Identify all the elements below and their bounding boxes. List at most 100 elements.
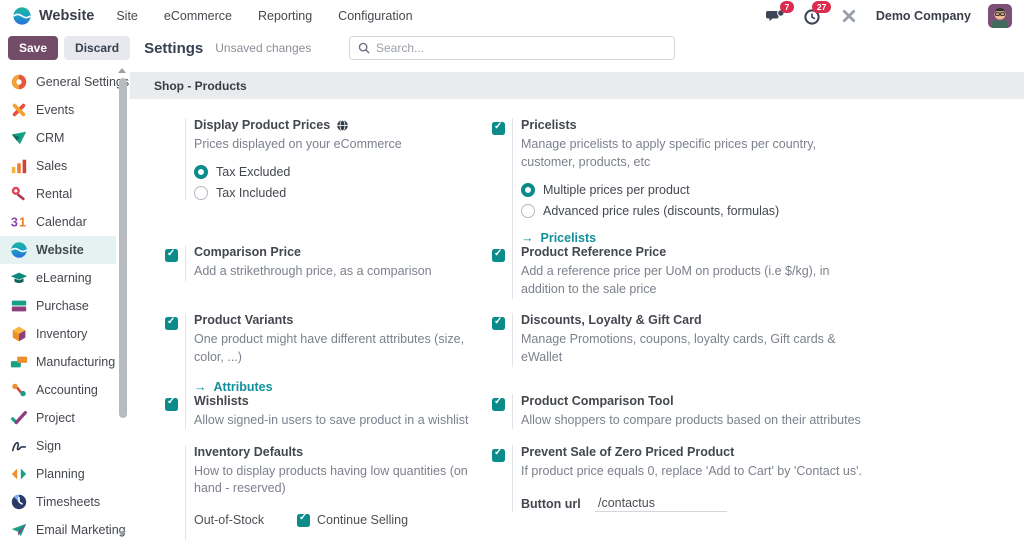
activities-button[interactable]: 27 [802, 6, 822, 26]
developer-tools-button[interactable] [839, 6, 859, 26]
sidebar-item-inventory[interactable]: Inventory [0, 320, 116, 348]
section-title: Shop - Products [154, 79, 247, 93]
sidebar-item-label: Sign [36, 439, 61, 453]
inventory-app-icon [10, 325, 28, 343]
pricelists-link[interactable]: Pricelists [521, 231, 864, 245]
sidebar-item-elearning[interactable]: eLearning [0, 264, 116, 292]
sidebar-item-sign[interactable]: Sign [0, 432, 116, 460]
sidebar-item-website[interactable]: Website [0, 236, 116, 264]
website-app-brand[interactable]: Website [12, 6, 94, 26]
attributes-link[interactable]: Attributes [194, 380, 485, 394]
sidebar-item-timesheets[interactable]: Timesheets [0, 488, 116, 516]
prevent-zero-price-checkbox[interactable] [492, 449, 505, 462]
sign-app-icon [10, 437, 28, 455]
tools-icon [839, 6, 859, 26]
field-label: Button url [521, 497, 595, 511]
activities-badge: 27 [812, 1, 830, 13]
manufacturing-app-icon [10, 353, 28, 371]
setting-desc: Allow signed-in users to save product in… [194, 412, 468, 430]
sidebar-item-project[interactable]: Project [0, 404, 116, 432]
avatar-image [988, 4, 1012, 28]
menu-configuration[interactable]: Configuration [338, 9, 412, 23]
discounts-loyalty-checkbox[interactable] [492, 317, 505, 330]
planning-app-icon [10, 465, 28, 483]
setting-title: Display Product Prices [194, 118, 402, 132]
radio-label: Tax Excluded [216, 165, 290, 179]
radio-tax-included[interactable]: Tax Included [194, 186, 402, 200]
sidebar-item-accounting[interactable]: Accounting [0, 376, 116, 404]
settings-main: Shop - Products Display Product Prices P… [130, 64, 1024, 540]
sidebar-item-sales[interactable]: Sales [0, 152, 116, 180]
sidebar-item-manufacturing[interactable]: Manufacturing [0, 348, 116, 376]
search-input[interactable] [376, 41, 666, 55]
sidebar-item-rental[interactable]: Rental [0, 180, 116, 208]
sidebar-item-general-settings[interactable]: General Settings [0, 68, 116, 96]
search-box[interactable] [349, 36, 675, 60]
messages-button[interactable]: 7 [765, 6, 785, 26]
accounting-app-icon [10, 381, 28, 399]
page-title: Settings [144, 40, 203, 57]
discard-button[interactable]: Discard [64, 36, 130, 60]
radio-advanced-rules[interactable]: Advanced price rules (discounts, formula… [521, 204, 864, 218]
setting-title: Comparison Price [194, 245, 432, 259]
scroll-down-arrow-icon[interactable] [118, 531, 126, 536]
sidebar-scrollbar[interactable] [116, 66, 129, 538]
sidebar-item-label: Email Marketing [36, 523, 126, 537]
company-name[interactable]: Demo Company [876, 9, 971, 23]
menu-ecommerce[interactable]: eCommerce [164, 9, 232, 23]
product-comparison-tool-checkbox[interactable] [492, 398, 505, 411]
product-variants-checkbox[interactable] [165, 317, 178, 330]
setting-prevent-zero-price-sale: Prevent Sale of Zero Priced Product If p… [492, 445, 892, 540]
sidebar-item-calendar[interactable]: 3 1 Calendar [0, 208, 116, 236]
sidebar-item-planning[interactable]: Planning [0, 460, 116, 488]
website-logo-icon [12, 6, 32, 26]
button-url-input[interactable] [595, 495, 727, 512]
tax-display-radio-group: Tax Excluded Tax Included [194, 165, 402, 200]
setting-discounts-loyalty: Discounts, Loyalty & Gift Card Manage Pr… [492, 313, 892, 394]
wishlists-checkbox[interactable] [165, 398, 178, 411]
scroll-up-arrow-icon[interactable] [118, 68, 126, 73]
checkbox-cell [492, 445, 512, 465]
radio-unselected-icon [194, 186, 208, 200]
setting-desc: Manage Promotions, coupons, loyalty card… [521, 331, 864, 367]
sidebar-item-crm[interactable]: CRM [0, 124, 116, 152]
radio-label: Multiple prices per product [543, 183, 690, 197]
sidebar-item-email-marketing[interactable]: Email Marketing [0, 516, 116, 540]
sales-app-icon [10, 157, 28, 175]
checkbox-cell [492, 245, 512, 265]
save-button[interactable]: Save [8, 36, 58, 60]
sidebar-item-events[interactable]: Events [0, 96, 116, 124]
sidebar-item-label: eLearning [36, 271, 92, 285]
sidebar-item-label: Project [36, 411, 75, 425]
setting-desc: One product might have different attribu… [194, 331, 485, 367]
sidebar-item-label: Accounting [36, 383, 98, 397]
checkbox-cell [165, 313, 185, 333]
product-reference-price-checkbox[interactable] [492, 249, 505, 262]
sidebar-item-label: Rental [36, 187, 72, 201]
globe-icon [336, 119, 349, 132]
comparison-price-checkbox[interactable] [165, 249, 178, 262]
radio-tax-excluded[interactable]: Tax Excluded [194, 165, 402, 179]
user-avatar[interactable] [988, 4, 1012, 28]
rental-app-icon [10, 185, 28, 203]
setting-inventory-defaults: Inventory Defaults How to display produc… [165, 445, 492, 540]
search-icon [358, 42, 370, 54]
radio-multiple-prices[interactable]: Multiple prices per product [521, 183, 864, 197]
events-app-icon [10, 101, 28, 119]
checkbox-cell [492, 394, 512, 414]
svg-text:1: 1 [19, 216, 26, 230]
sidebar-item-purchase[interactable]: Purchase [0, 292, 116, 320]
scrollbar-thumb[interactable] [119, 78, 127, 418]
sidebar-item-label: Calendar [36, 215, 87, 229]
general-settings-app-icon [10, 73, 28, 91]
setting-title: Discounts, Loyalty & Gift Card [521, 313, 864, 327]
setting-desc: Add a strikethrough price, as a comparis… [194, 263, 432, 281]
sidebar-item-label: Purchase [36, 299, 89, 313]
checkbox-cell [165, 445, 185, 447]
pricelists-checkbox[interactable] [492, 122, 505, 135]
checkbox-label: Continue Selling [317, 513, 408, 527]
website-app-icon [10, 241, 28, 259]
menu-site[interactable]: Site [116, 9, 138, 23]
menu-reporting[interactable]: Reporting [258, 9, 312, 23]
continue-selling-checkbox[interactable] [297, 514, 310, 527]
